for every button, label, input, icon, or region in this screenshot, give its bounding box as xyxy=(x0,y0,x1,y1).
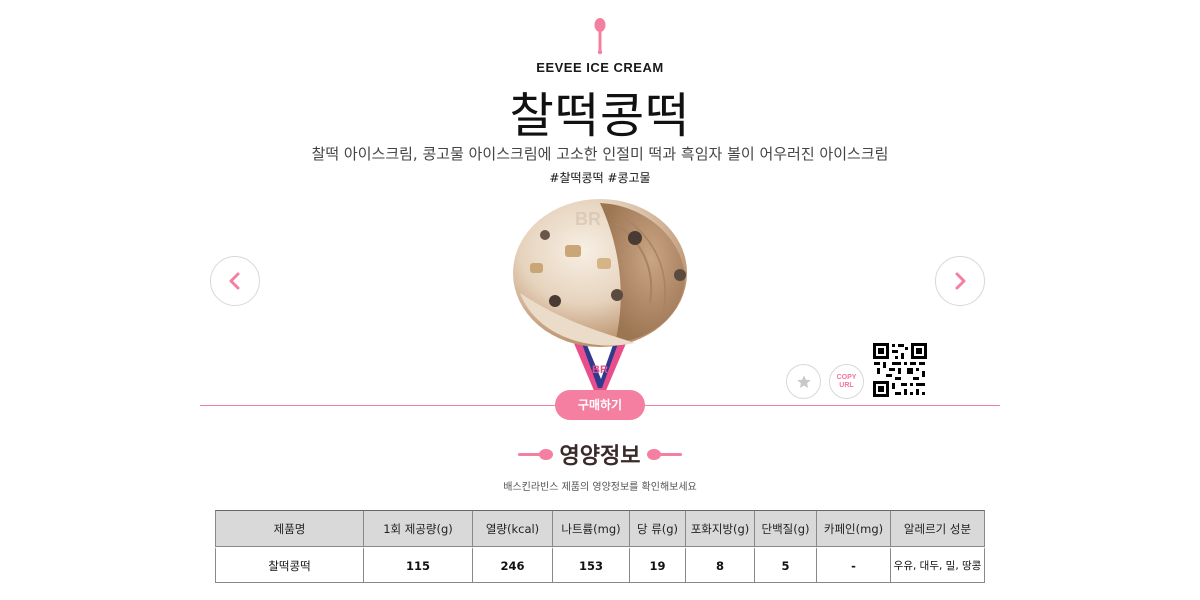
chevron-left-icon xyxy=(229,272,240,290)
column-header: 단백질(g) xyxy=(754,510,816,547)
product-image: BR BR xyxy=(513,199,687,393)
nutrition-title: 영양정보 xyxy=(559,444,641,469)
buy-button[interactable]: 구매하기 xyxy=(555,390,645,420)
svg-text:BR: BR xyxy=(575,209,601,229)
table-row: 찰떡콩떡 115 246 153 19 8 5 - 우유, 대두, 밀, 땅콩 xyxy=(215,547,985,583)
next-product-button[interactable] xyxy=(935,256,985,306)
qr-code-icon[interactable] xyxy=(872,342,928,398)
column-header: 제품명 xyxy=(215,510,363,547)
column-header: 나트륨(mg) xyxy=(552,510,629,547)
product-description: 찰떡 아이스크림, 콩고물 아이스크림에 고소한 인절미 떡과 흑임자 볼이 어… xyxy=(311,145,889,163)
table-cell: 19 xyxy=(629,547,685,583)
spoon-logo-icon xyxy=(594,18,606,55)
column-header: 카페인(mg) xyxy=(816,510,890,547)
column-header: 포화지방(g) xyxy=(685,510,754,547)
table-cell: 246 xyxy=(472,547,552,583)
spoon-right-icon xyxy=(647,449,683,460)
copy-url-label: COPY URL xyxy=(836,373,857,389)
table-cell: 8 xyxy=(685,547,754,583)
table-cell: - xyxy=(816,547,890,583)
column-header: 열량(kcal) xyxy=(472,510,552,547)
copy-url-button[interactable]: COPY URL xyxy=(829,364,864,399)
prev-product-button[interactable] xyxy=(210,256,260,306)
product-title: 찰떡콩떡 xyxy=(509,88,691,144)
column-header: 당 류(g) xyxy=(629,510,685,547)
table-cell: 153 xyxy=(552,547,629,583)
column-header: 1회 제공량(g) xyxy=(363,510,472,547)
brand-name: EEVEE ICE CREAM xyxy=(536,60,664,75)
table-cell: 우유, 대두, 밀, 땅콩 xyxy=(890,547,985,583)
table-cell: 5 xyxy=(754,547,816,583)
table-cell: 115 xyxy=(363,547,472,583)
nutrition-table: 제품명 1회 제공량(g) 열량(kcal) 나트륨(mg) 당 류(g) 포화… xyxy=(215,510,985,583)
chevron-right-icon xyxy=(955,272,966,290)
table-header-row: 제품명 1회 제공량(g) 열량(kcal) 나트륨(mg) 당 류(g) 포화… xyxy=(215,510,985,547)
svg-text:BR: BR xyxy=(592,364,608,376)
table-cell: 찰떡콩떡 xyxy=(215,547,363,583)
star-icon xyxy=(796,374,811,388)
column-header: 알레르기 성분 xyxy=(890,510,985,547)
spoon-left-icon xyxy=(517,449,553,460)
nutrition-heading: 영양정보 xyxy=(0,438,1200,470)
favorite-button[interactable] xyxy=(786,364,821,399)
nutrition-subtitle: 배스킨라빈스 제품의 영양정보를 확인해보세요 xyxy=(503,482,697,493)
